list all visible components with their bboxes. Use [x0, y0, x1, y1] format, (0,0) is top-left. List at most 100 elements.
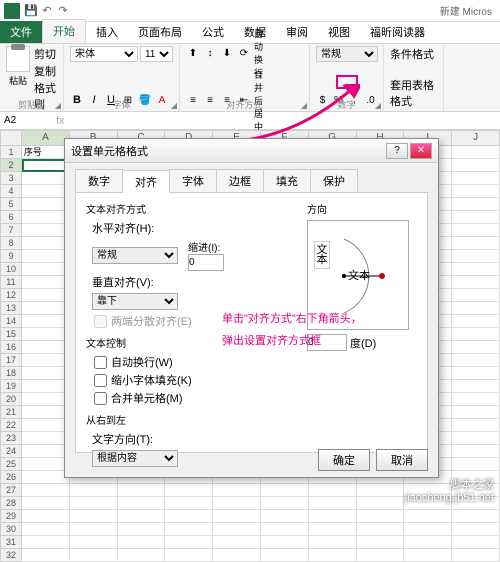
row-header[interactable]: 32 — [0, 549, 22, 562]
row-header[interactable]: 3 — [0, 172, 22, 185]
cell[interactable] — [452, 549, 500, 562]
dialog-titlebar[interactable]: 设置单元格格式 ? ✕ — [65, 139, 438, 163]
cell[interactable] — [22, 302, 70, 315]
fx-icon[interactable]: fx — [56, 115, 65, 127]
cell[interactable] — [165, 536, 213, 549]
cell[interactable] — [357, 549, 405, 562]
tab-home[interactable]: 开始 — [42, 19, 86, 43]
row-header[interactable]: 4 — [0, 185, 22, 198]
align-middle-icon[interactable]: ↕ — [203, 46, 217, 60]
row-header[interactable]: 22 — [0, 419, 22, 432]
cell[interactable] — [213, 484, 261, 497]
row-header[interactable]: 9 — [0, 250, 22, 263]
merge-checkbox[interactable] — [94, 392, 107, 405]
wrap-checkbox[interactable] — [94, 356, 107, 369]
cell[interactable] — [452, 263, 500, 276]
cell[interactable] — [22, 497, 70, 510]
tab-formula[interactable]: 公式 — [192, 21, 234, 43]
orientation-icon[interactable]: ⟳ — [237, 46, 251, 60]
cell[interactable] — [22, 263, 70, 276]
cell[interactable] — [404, 510, 452, 523]
cell[interactable]: 序号 — [22, 146, 70, 159]
dlg-tab-protect[interactable]: 保护 — [310, 169, 358, 192]
degree-input[interactable] — [307, 334, 347, 351]
row-header[interactable]: 23 — [0, 432, 22, 445]
cell[interactable] — [452, 172, 500, 185]
cell[interactable] — [165, 497, 213, 510]
orientation-box[interactable]: 文本 文本 — [307, 220, 409, 330]
font-name-select[interactable]: 宋体 — [70, 46, 138, 62]
cell[interactable] — [452, 432, 500, 445]
cell[interactable] — [165, 484, 213, 497]
dlg-tab-border[interactable]: 边框 — [216, 169, 264, 192]
dlg-tab-number[interactable]: 数字 — [75, 169, 123, 192]
tab-file[interactable]: 文件 — [0, 21, 42, 43]
cell[interactable] — [452, 406, 500, 419]
cell[interactable] — [309, 497, 357, 510]
cell[interactable] — [70, 510, 118, 523]
help-button[interactable]: ? — [386, 143, 408, 159]
cell[interactable] — [452, 510, 500, 523]
cell[interactable] — [22, 276, 70, 289]
select-all-corner[interactable] — [0, 130, 22, 146]
cell[interactable] — [452, 523, 500, 536]
cell[interactable] — [357, 484, 405, 497]
cell[interactable] — [404, 549, 452, 562]
cell[interactable] — [22, 432, 70, 445]
align-bottom-icon[interactable]: ⬇ — [220, 46, 234, 60]
cell[interactable] — [213, 549, 261, 562]
cell[interactable] — [22, 380, 70, 393]
cell[interactable] — [165, 523, 213, 536]
cell[interactable] — [261, 497, 309, 510]
tab-view[interactable]: 视图 — [318, 21, 360, 43]
cell[interactable] — [452, 276, 500, 289]
cell[interactable] — [452, 341, 500, 354]
align-top-icon[interactable]: ⬆ — [186, 46, 200, 60]
row-header[interactable]: 20 — [0, 393, 22, 406]
row-header[interactable]: 26 — [0, 471, 22, 484]
row-header[interactable]: 17 — [0, 354, 22, 367]
textdir-select[interactable]: 根据内容 — [92, 450, 178, 467]
cell[interactable] — [452, 146, 500, 159]
cell[interactable] — [22, 250, 70, 263]
cell[interactable] — [452, 328, 500, 341]
cond-format-button[interactable]: 条件格式 — [390, 46, 437, 62]
cell[interactable] — [22, 211, 70, 224]
cell[interactable] — [357, 510, 405, 523]
cell[interactable] — [118, 536, 166, 549]
cell[interactable] — [452, 159, 500, 172]
cell[interactable] — [22, 198, 70, 211]
row-header[interactable]: 25 — [0, 458, 22, 471]
cell[interactable] — [22, 510, 70, 523]
cell[interactable] — [22, 484, 70, 497]
cell[interactable] — [452, 367, 500, 380]
cell[interactable] — [118, 549, 166, 562]
cell[interactable] — [357, 536, 405, 549]
cell[interactable] — [22, 536, 70, 549]
cell[interactable] — [309, 536, 357, 549]
cell[interactable] — [70, 497, 118, 510]
cell[interactable] — [404, 484, 452, 497]
save-icon[interactable]: 💾 — [24, 4, 38, 18]
row-header[interactable]: 2 — [0, 159, 22, 172]
cell[interactable] — [22, 367, 70, 380]
cell[interactable] — [452, 497, 500, 510]
cell[interactable] — [118, 510, 166, 523]
close-button[interactable]: ✕ — [410, 143, 432, 159]
cell[interactable] — [452, 393, 500, 406]
col-header[interactable]: J — [452, 130, 500, 146]
cell[interactable] — [357, 497, 405, 510]
cancel-button[interactable]: 取消 — [376, 449, 428, 471]
cell[interactable] — [165, 549, 213, 562]
cell[interactable] — [22, 315, 70, 328]
undo-icon[interactable]: ↶ — [40, 4, 54, 18]
clipboard-launcher-icon[interactable]: ◢ — [55, 101, 61, 110]
orientation-dial[interactable]: 文本 — [340, 229, 402, 323]
halign-select[interactable]: 常规 — [92, 247, 178, 264]
cell[interactable] — [22, 458, 70, 471]
tab-layout[interactable]: 页面布局 — [128, 21, 192, 43]
cell[interactable] — [22, 172, 70, 185]
cell[interactable] — [261, 484, 309, 497]
cell[interactable] — [452, 458, 500, 471]
row-header[interactable]: 1 — [0, 146, 22, 159]
